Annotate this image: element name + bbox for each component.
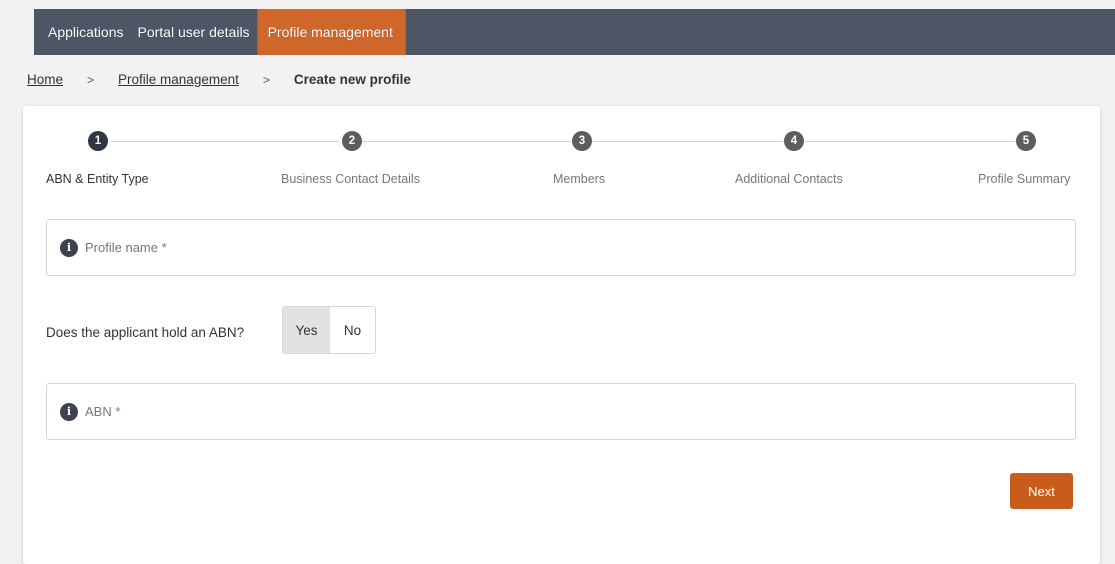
progress-stepper: 1 2 3 4 5 ABN & Entity Type Business Con… — [23, 106, 1100, 206]
step-connector — [593, 141, 783, 142]
breadcrumb-separator: > — [262, 72, 270, 87]
profile-name-label: Profile name * — [85, 240, 167, 255]
tab-applications[interactable]: Applications — [34, 9, 131, 55]
breadcrumb-home-link[interactable]: Home — [27, 72, 63, 87]
step-3-indicator: 3 — [572, 131, 592, 151]
step-2-label: Business Contact Details — [281, 172, 420, 186]
top-navigation: Applications Portal user details Profile… — [34, 9, 1115, 55]
tab-profile-management[interactable]: Profile management — [256, 9, 406, 55]
next-button[interactable]: Next — [1010, 473, 1073, 509]
breadcrumb-current: Create new profile — [293, 72, 411, 87]
step-connector — [361, 141, 571, 142]
breadcrumb-profile-management-link[interactable]: Profile management — [118, 72, 239, 87]
abn-yes-no-toggle: Yes No — [282, 306, 376, 354]
abn-question-label: Does the applicant hold an ABN? — [46, 325, 245, 340]
step-5-indicator: 5 — [1016, 131, 1036, 151]
step-connector — [805, 141, 1015, 142]
step-2-indicator: 2 — [342, 131, 362, 151]
breadcrumb-separator: > — [87, 72, 95, 87]
step-4-indicator: 4 — [784, 131, 804, 151]
breadcrumb: Home > Profile management > Create new p… — [27, 72, 411, 87]
profile-name-field[interactable]: i Profile name * — [46, 219, 1076, 276]
step-5-label: Profile Summary — [978, 172, 1071, 186]
step-1-indicator: 1 — [88, 131, 108, 151]
abn-no-option[interactable]: No — [330, 307, 375, 353]
step-4-label: Additional Contacts — [735, 172, 843, 186]
abn-field[interactable]: i ABN * — [46, 383, 1076, 440]
tab-portal-user-details[interactable]: Portal user details — [131, 9, 257, 55]
abn-yes-option[interactable]: Yes — [283, 307, 330, 353]
step-1-label: ABN & Entity Type — [46, 172, 149, 186]
abn-label: ABN * — [85, 404, 121, 419]
step-connector — [111, 141, 339, 142]
info-icon[interactable]: i — [60, 238, 78, 257]
create-profile-card: 1 2 3 4 5 ABN & Entity Type Business Con… — [23, 106, 1100, 564]
step-3-label: Members — [553, 172, 606, 186]
info-icon[interactable]: i — [60, 402, 78, 421]
